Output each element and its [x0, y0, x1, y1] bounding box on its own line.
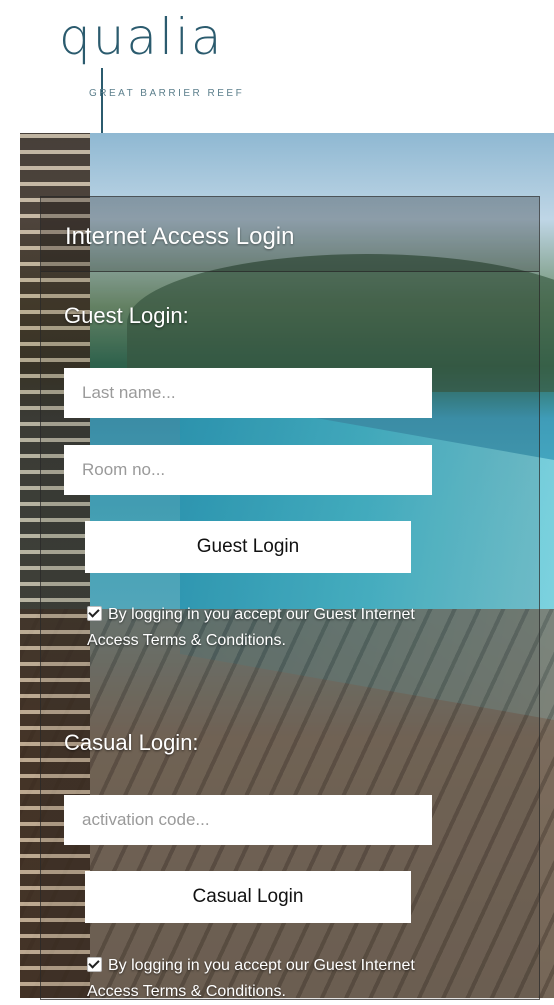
- last-name-input[interactable]: [64, 368, 432, 418]
- casual-login-button[interactable]: Casual Login: [85, 871, 411, 923]
- guest-terms-text: By logging in you accept our Guest Inter…: [87, 606, 415, 649]
- login-panel: Internet Access Login Guest Login: Guest…: [40, 196, 540, 1000]
- qualia-logo: qualia GREAT BARRIER REEF: [55, 8, 295, 138]
- guest-login-button[interactable]: Guest Login: [85, 521, 411, 573]
- casual-terms-text: By logging in you accept our Guest Inter…: [87, 957, 415, 1000]
- panel-header: Internet Access Login: [41, 197, 539, 272]
- guest-terms-checkbox[interactable]: [87, 606, 102, 621]
- guest-login-heading: Guest Login:: [64, 303, 189, 328]
- logo-stem-decoration: [101, 68, 103, 138]
- casual-terms: By logging in you accept our Guest Inter…: [87, 953, 417, 1005]
- casual-terms-checkbox[interactable]: [87, 957, 102, 972]
- guest-terms: By logging in you accept our Guest Inter…: [87, 602, 417, 654]
- panel-title: Internet Access Login: [65, 223, 295, 250]
- room-number-input[interactable]: [64, 445, 432, 495]
- logo-subtitle: GREAT BARRIER REEF: [89, 88, 245, 99]
- activation-code-input[interactable]: [64, 795, 432, 845]
- logo-wordmark: qualia: [59, 8, 224, 66]
- casual-login-heading: Casual Login:: [64, 730, 199, 755]
